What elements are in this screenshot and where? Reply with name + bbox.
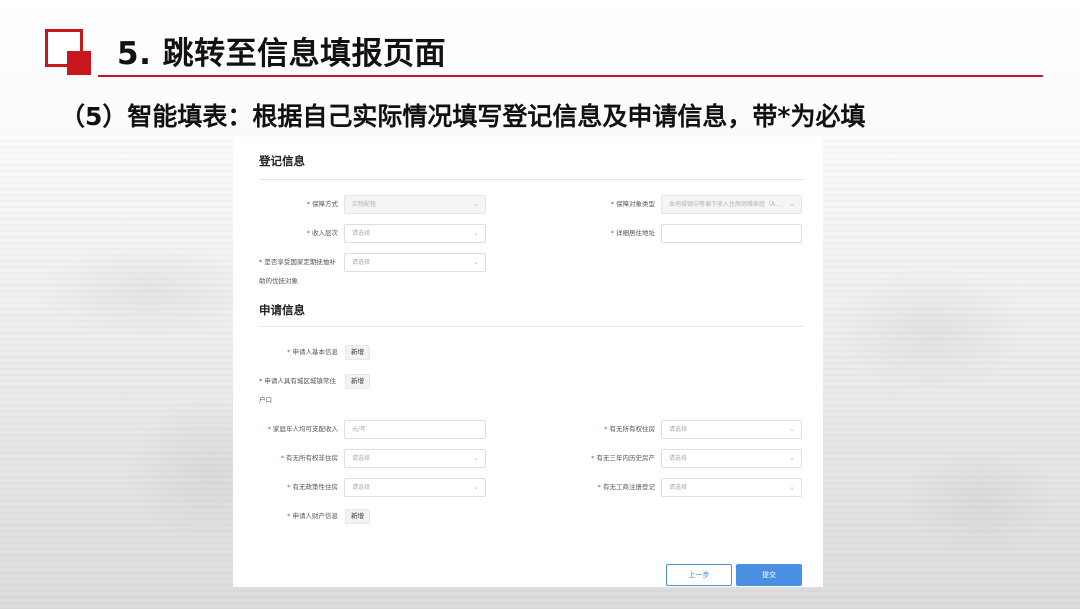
business-registration-select[interactable]: 请选择 ⌄ xyxy=(661,478,802,497)
label-security-target-type: * 保障对象类型 xyxy=(610,200,655,208)
chevron-down-icon: ⌄ xyxy=(473,483,479,491)
label-income-level: * 收入层次 xyxy=(306,229,338,237)
chevron-down-icon: ⌄ xyxy=(473,200,479,208)
own-title-housing-select[interactable]: 请选择 ⌄ xyxy=(344,449,486,468)
label-family-income: * 家庭年人均可支配收入 xyxy=(267,425,338,433)
label-rescue-target: * 是否享受国家定期抚恤补 助的优抚对象 xyxy=(259,258,336,285)
logo-square-icon xyxy=(45,29,93,77)
chevron-down-icon: ⌄ xyxy=(789,425,795,433)
label-business-registration: * 有无工商注册登记 xyxy=(597,483,655,491)
chevron-down-icon: ⌄ xyxy=(473,258,479,266)
chevron-down-icon: ⌄ xyxy=(789,200,795,208)
three-year-history-select[interactable]: 请选择 ⌄ xyxy=(661,449,802,468)
label-own-title-housing: * 有无所有权非住房 xyxy=(280,454,338,462)
slide-title: 5. 跳转至信息填报页面 xyxy=(117,36,447,72)
label-own-property: * 有无所有权住房 xyxy=(604,425,655,433)
label-applicant-assets: * 申请人财产信息 xyxy=(287,512,338,520)
add-applicant-basic-button[interactable]: 新增 xyxy=(345,345,370,360)
security-method-select[interactable]: 实物配租 ⌄ xyxy=(344,195,486,214)
detailed-address-input[interactable] xyxy=(661,224,802,243)
rescue-target-select[interactable]: 请选择 ⌄ xyxy=(344,253,486,272)
title-divider xyxy=(98,75,1043,77)
label-applicant-basic: * 申请人基本信息 xyxy=(287,348,338,356)
label-three-year-history: * 有无三年内历史房产 xyxy=(591,454,655,462)
add-applicant-household-button[interactable]: 新增 xyxy=(345,374,370,389)
label-applicant-household: * 申请人具有城区城镇常住 户口 xyxy=(259,377,336,404)
policy-housing-select[interactable]: 请选择 ⌄ xyxy=(344,478,486,497)
submit-button[interactable]: 提交 xyxy=(736,564,802,586)
income-level-select[interactable]: 请选择 ⌄ xyxy=(344,224,486,243)
section-title-application: 申请信息 xyxy=(259,303,305,317)
section-divider xyxy=(259,179,803,180)
chevron-down-icon: ⌄ xyxy=(789,483,795,491)
own-property-select[interactable]: 请选择 ⌄ xyxy=(661,420,802,439)
section-title-registration: 登记信息 xyxy=(259,154,305,168)
chevron-down-icon: ⌄ xyxy=(473,229,479,237)
slide-subtitle: （5）智能填表：根据自己实际情况填写登记信息及申请信息，带*为必填 xyxy=(60,102,866,131)
family-income-input[interactable]: 元/年 xyxy=(344,420,486,439)
label-security-method: * 保障方式 xyxy=(306,200,338,208)
form-panel: 登记信息 * 保障方式 实物配租 ⌄ * 保障对象类型 本地城镇中等偏下收入住房… xyxy=(233,137,823,587)
chevron-down-icon: ⌄ xyxy=(789,454,795,462)
chevron-down-icon: ⌄ xyxy=(473,454,479,462)
security-target-type-select[interactable]: 本地城镇中等偏下收入住房困难家庭（A… ⌄ xyxy=(661,195,802,214)
add-applicant-assets-button[interactable]: 新增 xyxy=(345,509,370,524)
section-divider xyxy=(259,326,803,327)
prev-step-button[interactable]: 上一步 xyxy=(666,564,732,586)
label-detailed-address: * 详细居住地址 xyxy=(610,229,655,237)
label-policy-housing: * 有无政策性住房 xyxy=(287,483,338,491)
